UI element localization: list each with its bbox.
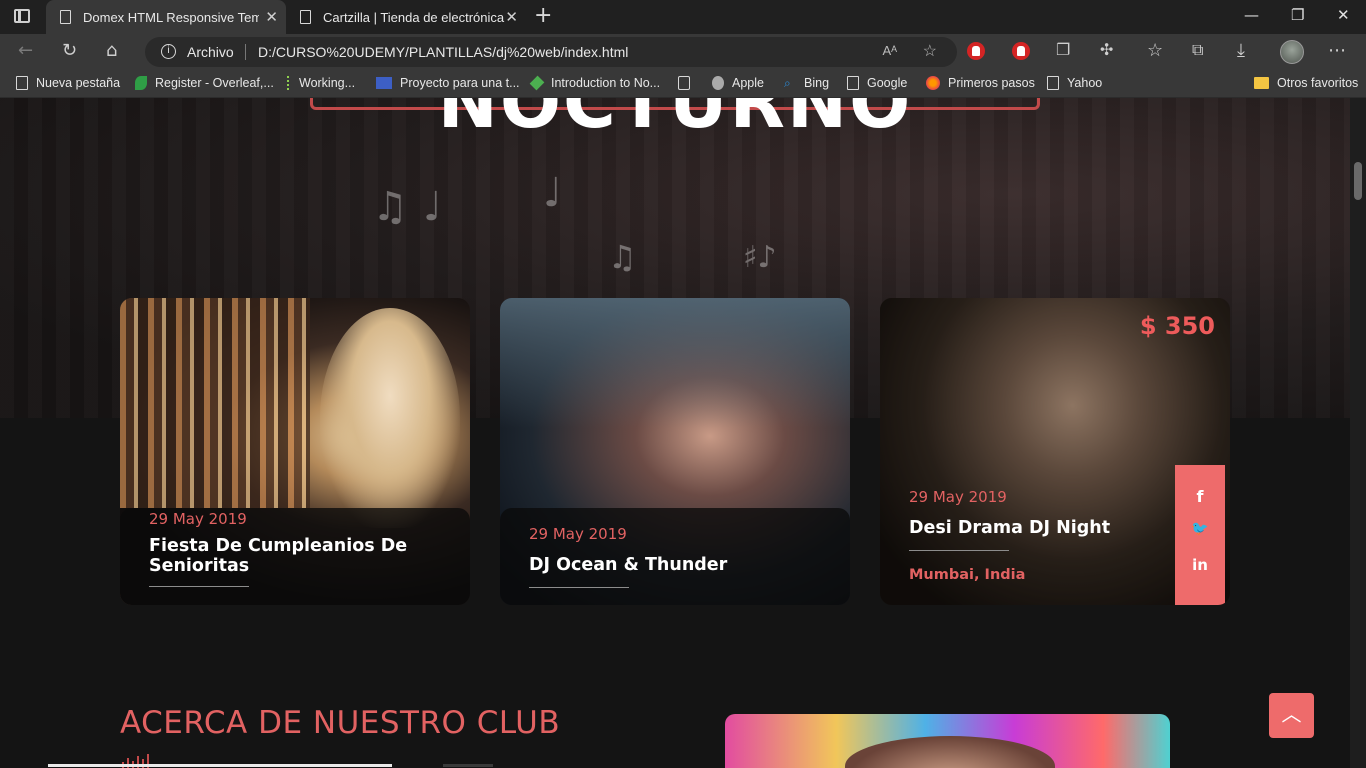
title-underline bbox=[909, 550, 1009, 551]
minimize-icon[interactable]: — bbox=[1244, 6, 1259, 24]
event-title[interactable]: Desi Drama DJ Night bbox=[909, 518, 1189, 538]
downloads-icon[interactable]: ⤓ bbox=[1237, 40, 1245, 61]
music-note-icon: ♩ bbox=[423, 184, 442, 230]
web-page: NOCTURNO ♫ ♩ ♩ ♫ ♯♪ 29 May 2019 Fiesta D… bbox=[0, 98, 1350, 768]
page-icon bbox=[1047, 76, 1059, 90]
social-share-bar: f 🐦 in bbox=[1175, 465, 1225, 605]
event-price: $ 350 bbox=[1139, 312, 1215, 340]
browser-toolbar: ← ↻ ⌂ i Archivo D:/CURSO%20UDEMY/PLANTIL… bbox=[0, 34, 1366, 70]
close-window-icon[interactable]: ✕ bbox=[1337, 6, 1350, 24]
event-card[interactable]: 29 May 2019 Fiesta De Cumpleanios De Sen… bbox=[120, 298, 470, 605]
bar-shelf-image bbox=[120, 298, 310, 508]
url-text[interactable]: D:/CURSO%20UDEMY/PLANTILLAS/dj%20web/ind… bbox=[258, 44, 628, 60]
bookmark-item[interactable]: Google bbox=[847, 76, 907, 90]
new-tab-icon[interactable]: + bbox=[534, 3, 552, 28]
divider bbox=[245, 44, 246, 60]
browser-tab-bar: Domex HTML Responsive Templa ✕ Cartzilla… bbox=[0, 0, 1366, 34]
back-icon[interactable]: ← bbox=[18, 40, 33, 61]
restore-icon[interactable]: ❐ bbox=[1291, 6, 1304, 24]
page-icon bbox=[60, 10, 71, 24]
folder-icon bbox=[1254, 77, 1269, 89]
vertical-scrollbar[interactable] bbox=[1350, 98, 1366, 768]
calendar-icon bbox=[678, 76, 690, 90]
apple-icon bbox=[712, 76, 724, 90]
overleaf-icon bbox=[135, 76, 147, 90]
event-card[interactable]: $ 350 29 May 2019 Desi Drama DJ Night Mu… bbox=[880, 298, 1230, 605]
event-info: 29 May 2019 DJ Ocean & Thunder bbox=[500, 508, 850, 605]
music-note-icon: ♩ bbox=[543, 170, 562, 216]
twitter-icon[interactable]: 🐦 bbox=[1175, 521, 1225, 537]
firefox-icon bbox=[926, 76, 940, 90]
bookmark-item[interactable]: Yahoo bbox=[1047, 76, 1102, 90]
collections-icon[interactable]: ⧉ bbox=[1192, 40, 1203, 60]
site-icon bbox=[376, 77, 392, 89]
search-icon: ⌕ bbox=[784, 76, 791, 90]
profile-avatar[interactable] bbox=[1280, 40, 1304, 64]
extension-icon[interactable] bbox=[967, 42, 985, 60]
music-note-icon: ♫ bbox=[608, 238, 637, 276]
event-date: 29 May 2019 bbox=[529, 525, 627, 543]
bookmark-item[interactable]: Introduction to No... bbox=[529, 75, 660, 91]
add-favorite-icon[interactable]: ☆ bbox=[923, 41, 937, 61]
bookmark-item[interactable]: Primeros pasos bbox=[926, 76, 1035, 90]
site-info-icon[interactable]: i bbox=[161, 44, 176, 59]
linkedin-icon[interactable]: in bbox=[1175, 556, 1225, 574]
tab-title: Domex HTML Responsive Templa bbox=[83, 9, 259, 25]
music-note-icon: ♯♪ bbox=[743, 240, 777, 275]
bookmark-item[interactable]: Apple bbox=[712, 76, 764, 90]
title-underline bbox=[529, 587, 629, 588]
cube-icon bbox=[529, 75, 545, 91]
bookmark-item[interactable] bbox=[678, 76, 698, 90]
woman-image bbox=[320, 308, 460, 528]
event-location: Mumbai, India bbox=[909, 567, 1026, 583]
hero-title: NOCTURNO bbox=[437, 98, 913, 144]
extension-icon[interactable]: ❐ bbox=[1056, 40, 1070, 59]
title-underline bbox=[149, 586, 249, 587]
favorites-icon[interactable]: ☆ bbox=[1147, 40, 1163, 61]
close-tab-icon[interactable]: ✕ bbox=[505, 8, 518, 26]
tab-domex[interactable]: Domex HTML Responsive Templa ✕ bbox=[46, 0, 286, 34]
tab-title: Cartzilla | Tienda de electrónica bbox=[323, 9, 505, 25]
event-title[interactable]: DJ Ocean & Thunder bbox=[529, 555, 809, 575]
bookmarks-bar: Nueva pestaña Register - Overleaf,... Wo… bbox=[0, 70, 1366, 98]
close-tab-icon[interactable]: ✕ bbox=[265, 8, 278, 26]
couple-image bbox=[500, 298, 850, 428]
event-card[interactable]: 29 May 2019 DJ Ocean & Thunder bbox=[500, 298, 850, 605]
tab-actions-icon[interactable] bbox=[14, 9, 30, 23]
refresh-icon[interactable]: ↻ bbox=[62, 40, 77, 61]
event-date: 29 May 2019 bbox=[909, 488, 1007, 506]
scrollbar-track bbox=[443, 764, 493, 767]
bookmark-item[interactable]: Nueva pestaña bbox=[16, 76, 120, 90]
extension-icon[interactable] bbox=[1012, 42, 1030, 60]
read-aloud-icon[interactable]: Aᴬ bbox=[882, 43, 897, 58]
home-icon[interactable]: ⌂ bbox=[106, 40, 117, 61]
event-date: 29 May 2019 bbox=[149, 510, 247, 528]
more-icon[interactable]: ⋯ bbox=[1328, 40, 1346, 61]
scroll-to-top-button[interactable]: ︿ bbox=[1269, 693, 1314, 738]
music-note-icon: ♫ bbox=[372, 184, 408, 230]
bookmark-item[interactable]: Working... bbox=[287, 76, 355, 90]
bookmark-item[interactable]: ⌕ Bing bbox=[784, 76, 829, 90]
other-favorites[interactable]: Otros favoritos bbox=[1254, 76, 1358, 90]
scheme-label: Archivo bbox=[187, 44, 234, 60]
bookmark-item[interactable]: Register - Overleaf,... bbox=[135, 76, 274, 90]
address-bar[interactable]: i Archivo D:/CURSO%20UDEMY/PLANTILLAS/dj… bbox=[145, 37, 957, 67]
tab-cartzilla[interactable]: Cartzilla | Tienda de electrónica ✕ bbox=[286, 0, 526, 34]
working-icon bbox=[287, 76, 291, 90]
about-heading: ACERCA DE NUESTRO CLUB bbox=[120, 705, 561, 741]
scrollbar-thumb[interactable] bbox=[1354, 162, 1362, 200]
facebook-icon[interactable]: f bbox=[1175, 487, 1225, 506]
event-title[interactable]: Fiesta De Cumpleanios De Senioritas bbox=[149, 536, 429, 576]
event-info: 29 May 2019 Fiesta De Cumpleanios De Sen… bbox=[120, 508, 470, 605]
page-icon bbox=[847, 76, 859, 90]
puzzle-icon[interactable]: ✣ bbox=[1100, 40, 1113, 59]
page-icon bbox=[300, 10, 311, 24]
page-icon bbox=[16, 76, 28, 90]
horizontal-scrollbar[interactable] bbox=[48, 764, 392, 767]
about-image bbox=[725, 714, 1170, 768]
bookmark-item[interactable]: Proyecto para una t... bbox=[376, 76, 520, 90]
